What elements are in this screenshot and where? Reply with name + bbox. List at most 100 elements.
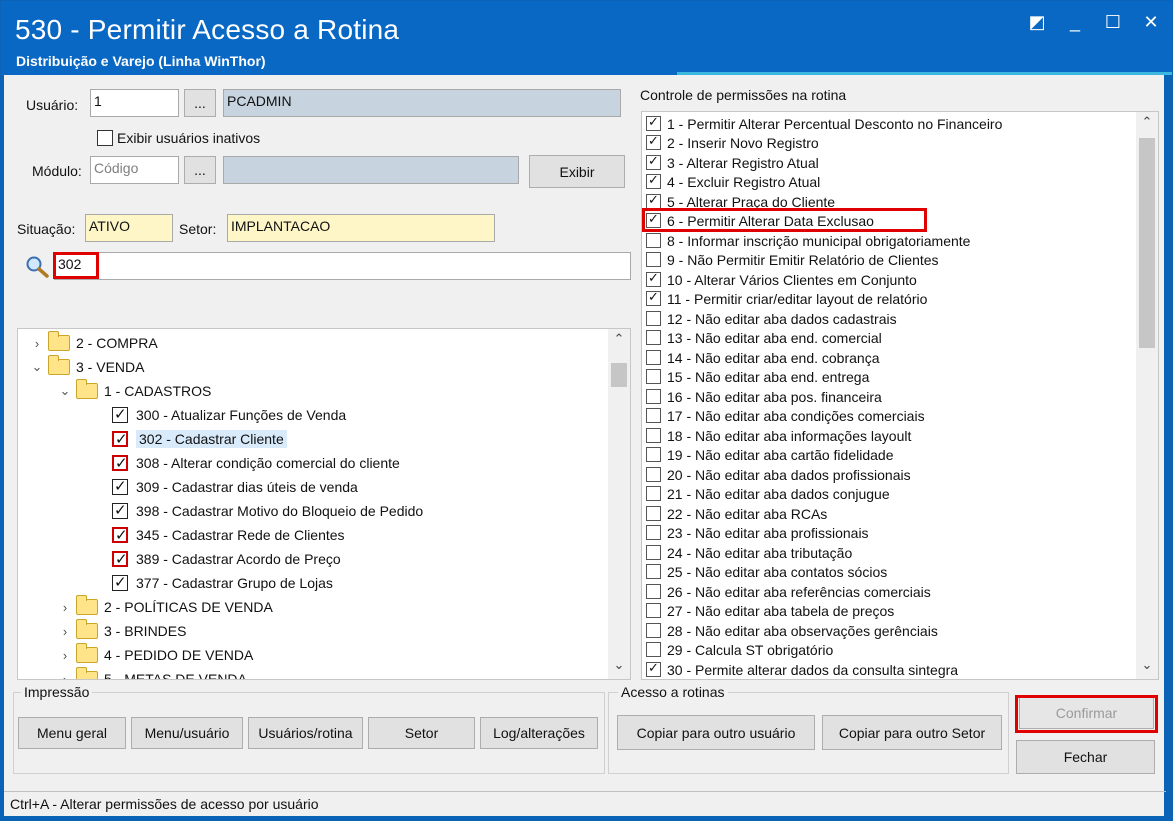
permission-item[interactable]: 19 - Não editar aba cartão fidelidade: [646, 445, 893, 464]
permission-checkbox[interactable]: [646, 389, 661, 404]
minimize-icon[interactable]: _: [1066, 12, 1084, 32]
tree-item[interactable]: 309 - Cadastrar dias úteis de venda: [112, 475, 358, 499]
chevron-right-icon[interactable]: ›: [58, 672, 72, 680]
menu-geral-button[interactable]: Menu geral: [18, 717, 126, 749]
permission-item[interactable]: 25 - Não editar aba contatos sócios: [646, 562, 887, 581]
permission-item[interactable]: 2 - Inserir Novo Registro: [646, 133, 819, 152]
permission-item[interactable]: 5 - Alterar Praça do Cliente: [646, 192, 835, 211]
module-name-field[interactable]: [223, 156, 519, 184]
permission-checkbox[interactable]: [646, 330, 661, 345]
permission-checkbox[interactable]: [646, 369, 661, 384]
chevron-right-icon[interactable]: ›: [58, 648, 72, 663]
permission-checkbox[interactable]: [646, 545, 661, 560]
permission-checkbox[interactable]: [646, 447, 661, 462]
permission-item[interactable]: 12 - Não editar aba dados cadastrais: [646, 309, 897, 328]
module-browse-button[interactable]: ...: [184, 156, 216, 184]
permission-item[interactable]: 18 - Não editar aba informações layoult: [646, 426, 911, 445]
permission-item[interactable]: 6 - Permitir Alterar Data Exclusao: [646, 211, 874, 230]
tree-scrollbar[interactable]: ⌃ ⌄: [608, 329, 630, 679]
setor-button[interactable]: Setor: [368, 717, 475, 749]
permission-checkbox[interactable]: [646, 623, 661, 638]
close-button[interactable]: Fechar: [1016, 740, 1155, 774]
permission-checkbox[interactable]: [646, 350, 661, 365]
show-module-button[interactable]: Exibir: [529, 155, 625, 188]
permission-item[interactable]: 8 - Informar inscrição municipal obrigat…: [646, 231, 970, 250]
tree-item[interactable]: ⌄ 1 - CADASTROS: [58, 379, 211, 403]
menu-usuario-button[interactable]: Menu/usuário: [131, 717, 243, 749]
show-inactive-checkbox[interactable]: [97, 130, 113, 146]
permission-item[interactable]: 29 - Calcula ST obrigatório: [646, 640, 833, 659]
scroll-thumb[interactable]: [611, 363, 627, 387]
tree-checkbox[interactable]: [112, 550, 128, 568]
permission-checkbox[interactable]: [646, 270, 661, 287]
close-icon[interactable]: ✕: [1142, 12, 1160, 32]
tree-checkbox[interactable]: [112, 454, 128, 472]
scroll-up-icon[interactable]: ⌃: [608, 331, 630, 351]
permission-item[interactable]: 1 - Permitir Alterar Percentual Desconto…: [646, 114, 1002, 133]
permission-item[interactable]: 23 - Não editar aba profissionais: [646, 523, 869, 542]
permission-item[interactable]: 11 - Permitir criar/editar layout de rel…: [646, 289, 927, 308]
confirm-button[interactable]: Confirmar: [1019, 697, 1154, 729]
permission-checkbox[interactable]: [646, 584, 661, 599]
tree-checkbox[interactable]: [112, 526, 128, 544]
permission-item[interactable]: 16 - Não editar aba pos. financeira: [646, 387, 882, 406]
chevron-right-icon[interactable]: ›: [30, 336, 44, 351]
permission-item[interactable]: 20 - Não editar aba dados profissionais: [646, 465, 911, 484]
permission-checkbox[interactable]: [646, 289, 661, 306]
tree-item[interactable]: 377 - Cadastrar Grupo de Lojas: [112, 571, 333, 595]
permission-checkbox[interactable]: [646, 525, 661, 540]
permission-item[interactable]: 14 - Não editar aba end. cobrança: [646, 348, 879, 367]
log-alteracoes-button[interactable]: Log/alterações: [480, 717, 598, 749]
show-inactive-users[interactable]: Exibir usuários inativos: [97, 130, 260, 146]
permission-checkbox[interactable]: [646, 428, 661, 443]
tree-item[interactable]: 345 - Cadastrar Rede de Clientes: [112, 523, 345, 547]
permission-checkbox[interactable]: [646, 486, 661, 501]
copy-to-user-button[interactable]: Copiar para outro usuário: [617, 715, 815, 750]
tree-item[interactable]: 389 - Cadastrar Acordo de Preço: [112, 547, 341, 571]
permission-checkbox[interactable]: [646, 311, 661, 326]
permission-item[interactable]: 9 - Não Permitir Emitir Relatório de Cli…: [646, 250, 939, 269]
permission-checkbox[interactable]: [646, 172, 661, 189]
tree-item[interactable]: ⌄ 3 - VENDA: [30, 355, 144, 379]
permission-item[interactable]: 26 - Não editar aba referências comercia…: [646, 582, 931, 601]
permission-item[interactable]: 21 - Não editar aba dados conjugue: [646, 484, 890, 503]
user-code-field[interactable]: 1: [90, 89, 179, 117]
permission-checkbox[interactable]: [646, 564, 661, 579]
permission-item[interactable]: 10 - Alterar Vários Clientes em Conjunto: [646, 270, 917, 289]
copy-to-sector-button[interactable]: Copiar para outro Setor: [822, 715, 1002, 750]
chevron-right-icon[interactable]: ›: [58, 600, 72, 615]
permissions-list[interactable]: 1 - Permitir Alterar Percentual Desconto…: [641, 111, 1159, 680]
permission-checkbox[interactable]: [646, 233, 661, 248]
scroll-up-icon[interactable]: ⌃: [1136, 114, 1158, 134]
scroll-down-icon[interactable]: ⌄: [608, 657, 630, 677]
permission-checkbox[interactable]: [646, 408, 661, 423]
tree-item[interactable]: › 5 - METAS DE VENDA: [58, 667, 247, 680]
permission-item[interactable]: 17 - Não editar aba condições comerciais: [646, 406, 925, 425]
chevron-right-icon[interactable]: ›: [58, 624, 72, 639]
scroll-thumb[interactable]: [1139, 138, 1155, 348]
tree-checkbox[interactable]: [112, 573, 128, 591]
module-code-field[interactable]: Código: [90, 156, 179, 184]
permission-checkbox[interactable]: [646, 133, 661, 150]
maximize-icon[interactable]: ☐: [1104, 12, 1122, 32]
scroll-down-icon[interactable]: ⌄: [1136, 657, 1158, 677]
tree-item[interactable]: › 3 - BRINDES: [58, 619, 186, 643]
user-browse-button[interactable]: ...: [184, 89, 216, 117]
permission-item[interactable]: 13 - Não editar aba end. comercial: [646, 328, 882, 347]
permission-checkbox[interactable]: [646, 211, 661, 228]
permission-item[interactable]: 22 - Não editar aba RCAs: [646, 504, 827, 523]
permission-checkbox[interactable]: [646, 603, 661, 618]
chevron-down-icon[interactable]: ⌄: [58, 383, 72, 399]
tree-item[interactable]: 308 - Alterar condição comercial do clie…: [112, 451, 400, 475]
permission-item[interactable]: 3 - Alterar Registro Atual: [646, 153, 819, 172]
restore-icon[interactable]: ◩: [1028, 12, 1046, 32]
tree-item[interactable]: 398 - Cadastrar Motivo do Bloqueio de Pe…: [112, 499, 423, 523]
search-input[interactable]: 302: [54, 252, 631, 280]
tree-item[interactable]: 300 - Atualizar Funções de Venda: [112, 403, 346, 427]
permission-item[interactable]: 4 - Excluir Registro Atual: [646, 172, 820, 191]
user-name-field[interactable]: PCADMIN: [223, 89, 621, 117]
tree-item[interactable]: 302 - Cadastrar Cliente: [112, 427, 287, 451]
permission-item[interactable]: 30 - Permite alterar dados da consulta s…: [646, 660, 958, 679]
tree-item[interactable]: › 2 - POLÍTICAS DE VENDA: [58, 595, 273, 619]
routine-tree[interactable]: ›2 - COMPRA ⌄3 - VENDA ⌄1 - CADASTROS 30…: [17, 328, 631, 680]
